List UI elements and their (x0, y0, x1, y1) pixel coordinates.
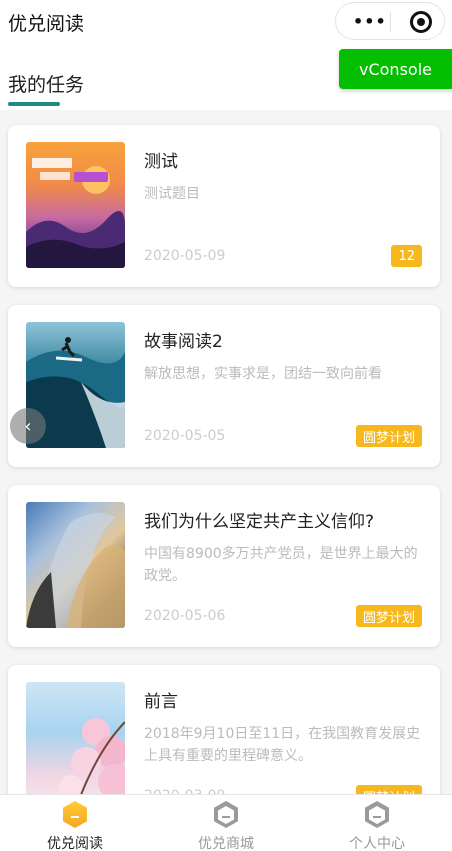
task-card[interactable]: 故事阅读2 解放思想，实事求是，团结一致向前看 2020-05-05 圆梦计划 (8, 305, 440, 467)
task-card[interactable]: 前言 2018年9月10日至11日，在我国教育发展史上具有重要的里程碑意义。 2… (8, 665, 440, 794)
task-date: 2020-05-05 (144, 428, 226, 444)
read-hex-icon (63, 801, 87, 828)
tab-shop[interactable]: 优兑商城 (151, 795, 301, 851)
more-icon[interactable]: ••• (353, 14, 387, 30)
task-badge: 圆梦计划 (355, 785, 422, 794)
task-cover-image (26, 142, 125, 268)
task-card[interactable]: 我们为什么坚定共产主义信仰? 中国有8900多万共产党员，是世界上最大的政党。 … (8, 485, 440, 647)
tab-profile-label: 个人中心 (349, 836, 405, 851)
task-title: 前言 (144, 692, 178, 712)
bottom-tab-bar: 优兑阅读 优兑商城 个人中心 (0, 794, 452, 851)
section-underline (8, 102, 60, 106)
curved-building (26, 513, 125, 628)
tab-read-label: 优兑阅读 (47, 836, 103, 851)
top-bar: 优兑阅读 ••• (0, 0, 452, 48)
task-title: 测试 (144, 152, 178, 172)
task-cover-image (26, 682, 125, 794)
task-description: 测试题目 (144, 186, 200, 202)
task-badge: 圆梦计划 (355, 425, 422, 447)
mini-program-capsule: ••• (335, 2, 445, 40)
task-date: 2020-05-06 (144, 608, 226, 624)
task-description: 2018年9月10日至11日，在我国教育发展史上具有重要的里程碑意义。 (144, 726, 421, 764)
chevron-left-icon[interactable]: ‹ (10, 408, 46, 444)
task-title: 我们为什么坚定共产主义信仰? (144, 512, 375, 532)
close-target-icon[interactable] (410, 11, 432, 33)
task-badge: 圆梦计划 (355, 605, 422, 627)
task-card[interactable]: 测试 测试题目 2020-05-09 12 (8, 125, 440, 287)
vconsole-button[interactable]: vConsole (339, 49, 452, 89)
capsule-divider (390, 12, 391, 32)
tab-shop-label: 优兑商城 (198, 836, 254, 851)
task-cover-image (26, 502, 125, 628)
tab-read[interactable]: 优兑阅读 (0, 795, 150, 851)
app-title: 优兑阅读 (8, 13, 85, 35)
shop-hex-icon (214, 801, 238, 828)
task-list: 测试 测试题目 2020-05-09 12 故事阅读2 解放思想，实事求是，团结… (0, 110, 452, 794)
task-title: 故事阅读2 (144, 332, 223, 352)
tab-profile[interactable]: 个人中心 (302, 795, 452, 851)
section-title: 我的任务 (8, 74, 85, 96)
cherry-blossom (59, 718, 125, 794)
profile-hex-icon (365, 801, 389, 828)
task-description: 解放思想，实事求是，团结一致向前看 (144, 366, 382, 382)
task-date: 2020-05-09 (144, 248, 226, 264)
task-badge: 12 (391, 245, 422, 267)
sunset-illustration (26, 158, 125, 268)
task-description: 中国有8900多万共产党员，是世界上最大的政党。 (144, 546, 418, 584)
